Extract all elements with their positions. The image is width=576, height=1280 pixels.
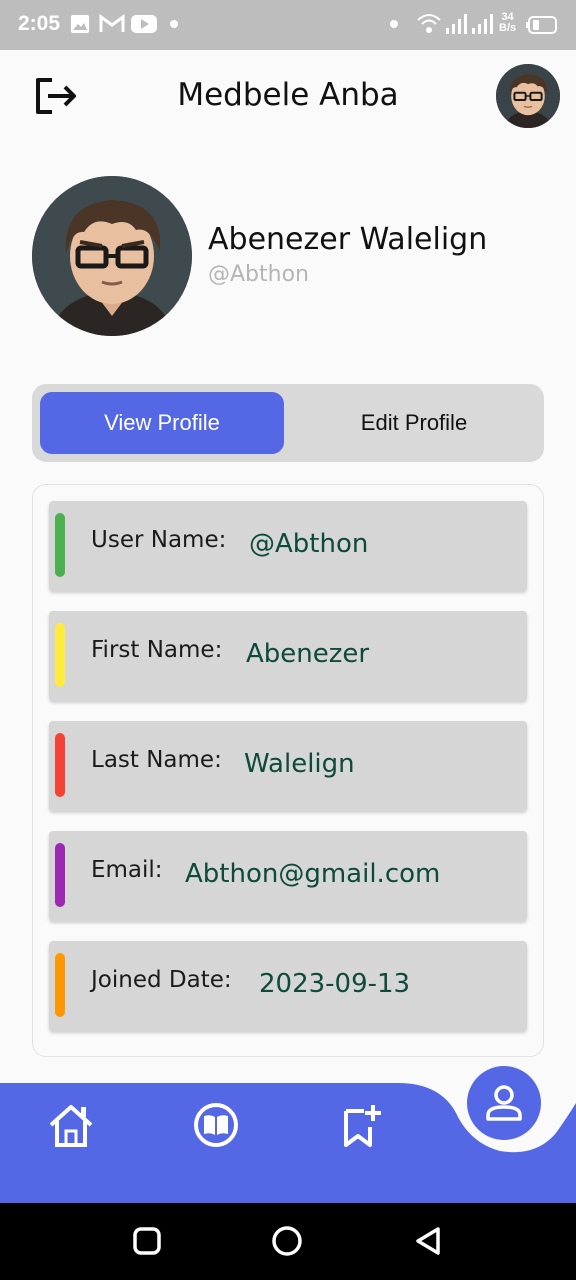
profile-nav-button[interactable] [467, 1066, 541, 1140]
book-icon[interactable] [192, 1101, 240, 1149]
detail-row-joined-date: Joined Date: 2023-09-13 [49, 941, 527, 1031]
detail-value: @Abthon [249, 529, 369, 559]
app-title: Medbele Anba [177, 77, 399, 113]
signal-icon [472, 14, 493, 34]
accent-bar [55, 843, 65, 907]
profile-avatar [32, 176, 192, 336]
status-bar: 2:05 34 B/s [0, 0, 576, 50]
detail-value: Walelign [244, 749, 355, 779]
youtube-icon [131, 15, 157, 33]
profile-full-name: Abenezer Walelign [208, 222, 488, 257]
status-time: 2:05 [18, 12, 61, 35]
edit-profile-button[interactable]: Edit Profile [292, 392, 536, 454]
dot-icon [170, 20, 178, 28]
profile-handle: @Abthon [208, 262, 309, 287]
view-profile-button[interactable]: View Profile [40, 392, 284, 454]
gallery-icon [71, 15, 89, 33]
accent-bar [55, 733, 65, 797]
detail-value: Abthon@gmail.com [185, 859, 441, 889]
profile-mode-toggle: View Profile Edit Profile [32, 384, 544, 462]
detail-row-first-name: First Name: Abenezer [49, 611, 527, 701]
signal-icon [446, 14, 467, 34]
person-icon [486, 1085, 522, 1121]
wifi-icon [417, 14, 441, 33]
detail-label: First Name: [91, 637, 223, 663]
accent-bar [55, 953, 65, 1017]
recents-icon[interactable] [131, 1225, 163, 1257]
profile-details-card: User Name: @Abthon First Name: Abenezer … [32, 484, 544, 1057]
accent-bar [55, 623, 65, 687]
battery-icon [526, 16, 557, 34]
detail-value: 2023-09-13 [259, 969, 411, 999]
accent-bar [55, 513, 65, 577]
home-system-icon[interactable] [271, 1225, 303, 1257]
net-speed: 34 B/s [499, 11, 517, 34]
back-icon[interactable] [412, 1225, 444, 1257]
home-icon[interactable] [47, 1101, 95, 1149]
detail-value: Abenezer [246, 639, 370, 669]
bookmark-add-icon[interactable] [337, 1101, 385, 1149]
detail-row-username: User Name: @Abthon [49, 501, 527, 591]
detail-label: Joined Date: [91, 967, 232, 993]
gmail-icon [99, 14, 125, 32]
header-avatar[interactable] [496, 64, 560, 128]
detail-label: User Name: [91, 527, 227, 553]
detail-label: Last Name: [91, 747, 222, 773]
app-header: Medbele Anba [0, 50, 576, 146]
system-navigation-bar [0, 1203, 576, 1280]
detail-row-last-name: Last Name: Walelign [49, 721, 527, 811]
detail-label: Email: [91, 857, 163, 883]
dot-icon [390, 20, 398, 28]
detail-row-email: Email: Abthon@gmail.com [49, 831, 527, 921]
